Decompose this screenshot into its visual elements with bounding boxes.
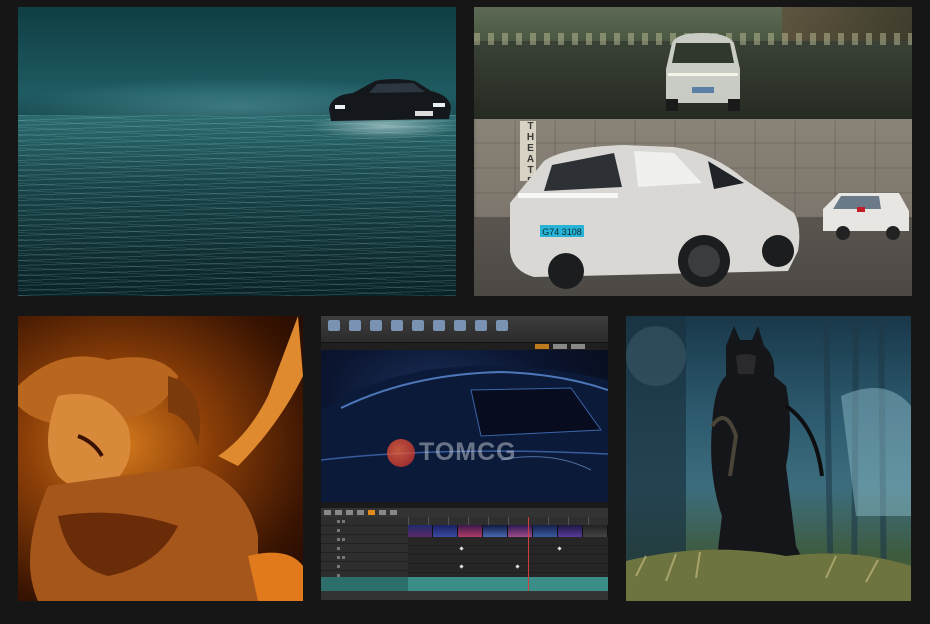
ioniq-suv: G74 3108 (510, 145, 800, 289)
playhead[interactable] (528, 517, 529, 600)
sequencer-toolbar (321, 508, 608, 517)
timeline-section[interactable] (408, 577, 608, 591)
tomcg-watermark: TOMCG (387, 438, 517, 467)
suv-rear (666, 33, 740, 111)
track-row[interactable] (321, 553, 408, 562)
sequencer-button-active[interactable] (368, 510, 375, 515)
apple-logo-icon (387, 438, 415, 467)
viewport-option[interactable] (571, 344, 585, 349)
toolbar-tool[interactable] (388, 319, 406, 339)
track-row[interactable] (321, 517, 408, 526)
track-label-highlight (321, 577, 408, 591)
toolbar-tool[interactable] (451, 319, 469, 339)
toolbar-tool[interactable] (472, 319, 490, 339)
timeline-footer (321, 591, 608, 600)
orange-figure-image (18, 316, 303, 601)
sequencer-button[interactable] (335, 510, 342, 515)
hatchback-car (823, 193, 909, 240)
armored-knight (626, 316, 911, 601)
keyframe-area[interactable] (408, 537, 608, 577)
sequencer-button[interactable] (390, 510, 397, 515)
thumbnail-strip (408, 525, 608, 537)
toolbar-tool[interactable] (346, 319, 364, 339)
viewport-options-bar (321, 343, 608, 350)
sedan-car (329, 79, 451, 121)
timeline-ruler[interactable] (408, 517, 608, 525)
timeline[interactable] (408, 517, 608, 600)
sequencer-button[interactable] (357, 510, 364, 515)
toolbar-tool[interactable] (493, 319, 511, 339)
viewport-option[interactable] (535, 344, 549, 349)
license-plate: G74 3108 (542, 227, 582, 237)
editor-screenshot: TOMCG (321, 316, 608, 600)
dark-knight-image (626, 316, 911, 601)
toolbar-tool[interactable] (325, 319, 343, 339)
horned-figure (18, 316, 303, 601)
toolbar-tool[interactable] (367, 319, 385, 339)
render-car-image: THEATER G74 3108 (474, 119, 912, 296)
toolbar-tool[interactable] (430, 319, 448, 339)
track-row[interactable] (321, 544, 408, 553)
track-row[interactable] (321, 562, 408, 571)
car-body-render (321, 365, 608, 502)
sequencer-button[interactable] (324, 510, 331, 515)
3d-viewport[interactable]: TOMCG (321, 350, 608, 502)
editor-toolbar (321, 316, 608, 343)
street-car-image (474, 7, 912, 119)
sequencer-button[interactable] (379, 510, 386, 515)
track-row[interactable] (321, 526, 408, 535)
ocean-car-image (18, 7, 456, 296)
toolbar-tool[interactable] (409, 319, 427, 339)
sequencer-button[interactable] (346, 510, 353, 515)
viewport-option[interactable] (553, 344, 567, 349)
sea-surface (18, 115, 456, 296)
track-row[interactable] (321, 535, 408, 544)
